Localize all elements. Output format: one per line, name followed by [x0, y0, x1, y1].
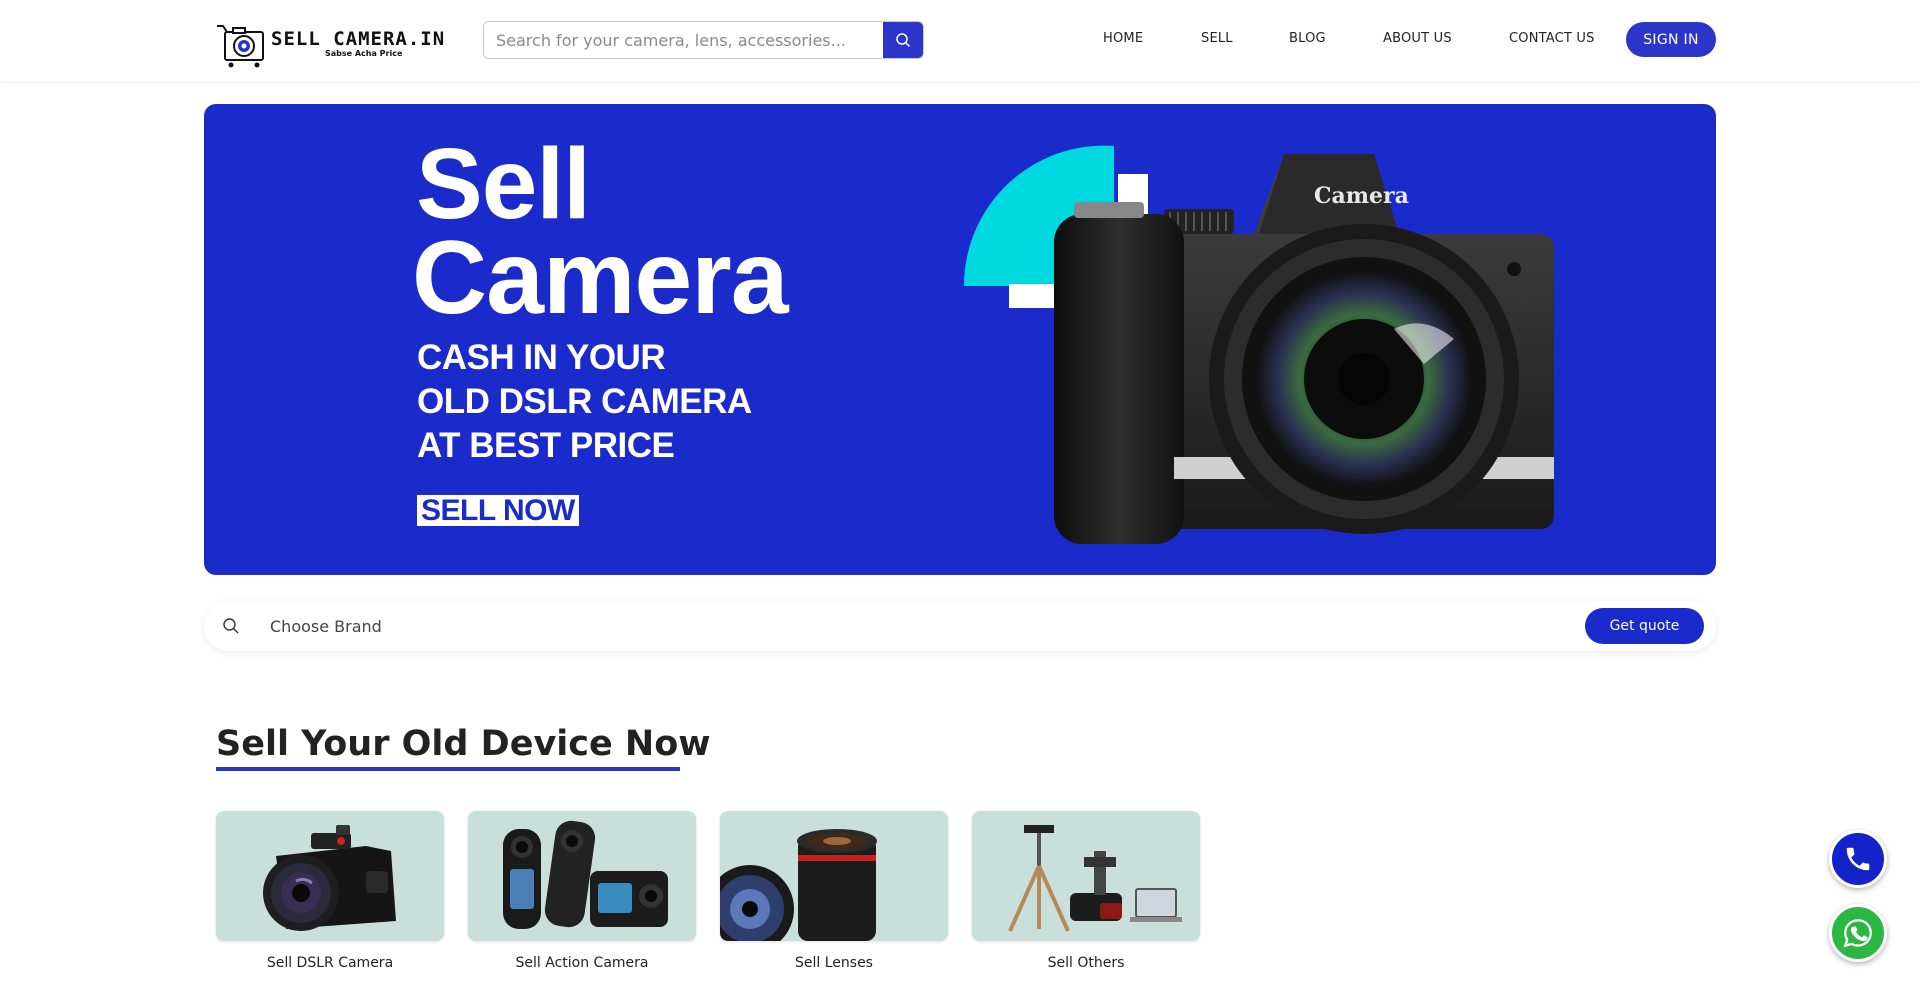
card-label-dslr[interactable]: Sell DSLR Camera — [216, 955, 444, 971]
header-search — [483, 21, 924, 59]
nav-home[interactable]: HOME — [1103, 31, 1143, 46]
whatsapp-icon — [1843, 919, 1872, 948]
search-icon — [896, 33, 911, 48]
banner-title-line1: Sell — [416, 128, 591, 240]
get-quote-button[interactable]: Get quote — [1585, 608, 1704, 644]
site-logo[interactable]: SELL CAMERA.IN Sabse Acha Price — [215, 20, 455, 68]
call-button[interactable] — [1829, 830, 1887, 888]
phone-icon — [1846, 847, 1870, 871]
whatsapp-button[interactable] — [1829, 904, 1887, 962]
sign-in-button[interactable]: SIGN IN — [1626, 22, 1716, 57]
camera-cart-logo-icon — [215, 20, 267, 68]
search-icon — [223, 618, 239, 634]
card-sell-dslr[interactable] — [216, 811, 444, 941]
banner-subtitle: CASH IN YOUR OLD DSLR CAMERA AT BEST PRI… — [417, 336, 752, 468]
camera-illustration: Camera — [963, 145, 1554, 544]
card-sell-action-camera[interactable] — [468, 811, 696, 941]
card-label-lenses[interactable]: Sell Lenses — [720, 955, 948, 971]
banner-subtitle-line: OLD DSLR CAMERA — [417, 382, 752, 421]
accessories-icon — [1008, 825, 1182, 932]
card-label-action-camera[interactable]: Sell Action Camera — [468, 955, 696, 971]
nav-blog[interactable]: BLOG — [1289, 31, 1326, 46]
choose-brand-bar: Get quote — [204, 601, 1716, 651]
banner-title-line2: Camera — [412, 220, 789, 336]
site-header: SELL CAMERA.IN Sabse Acha Price HOME SEL… — [0, 0, 1920, 81]
dslr-camera-icon — [263, 825, 396, 931]
camera-lens-icon — [720, 829, 877, 941]
nav-about-us[interactable]: ABOUT US — [1383, 31, 1452, 46]
action-camera-icon — [503, 820, 668, 929]
hero-banner[interactable]: Sell Camera CASH IN YOUR OLD DSLR CAMERA… — [204, 104, 1716, 575]
section-title-underline — [216, 767, 680, 771]
banner-subtitle-line: AT BEST PRICE — [417, 426, 675, 465]
search-button[interactable] — [883, 22, 923, 58]
choose-brand-input[interactable] — [270, 611, 1470, 641]
logo-tagline: Sabse Acha Price — [325, 49, 403, 58]
camera-label-text: Camera — [1314, 183, 1409, 209]
banner-subtitle-line: CASH IN YOUR — [417, 338, 666, 377]
nav-contact-us[interactable]: CONTACT US — [1509, 31, 1595, 46]
card-sell-lenses[interactable] — [720, 811, 948, 941]
logo-name: SELL CAMERA.IN — [271, 28, 446, 50]
card-sell-others[interactable] — [972, 811, 1200, 941]
search-input[interactable] — [484, 22, 883, 58]
card-label-others[interactable]: Sell Others — [972, 955, 1200, 971]
section-title: Sell Your Old Device Now — [216, 724, 711, 764]
banner-sell-now[interactable]: SELL NOW — [417, 495, 579, 527]
nav-sell[interactable]: SELL — [1201, 31, 1233, 46]
